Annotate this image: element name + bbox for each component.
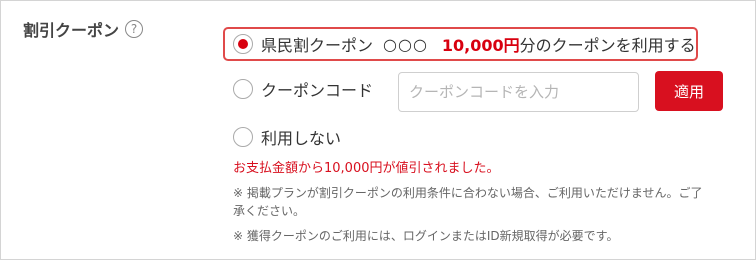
radio-prefecture[interactable]: [233, 34, 253, 54]
note-terms: ※ 掲載プランが割引クーポンの利用条件に合わない場合、ご利用いただけません。ご了…: [233, 186, 703, 218]
radio-none[interactable]: [233, 127, 253, 147]
prefecture-name-mask: ○○○: [383, 34, 428, 54]
coupon-option-none[interactable]: 利用しない: [223, 125, 341, 149]
radio-dot-icon: [238, 39, 248, 49]
discount-message: お支払金額から10,000円が値引されました。: [233, 161, 500, 176]
section-title-label: 割引クーポン: [23, 21, 120, 40]
coupon-code-input[interactable]: [398, 72, 639, 112]
section-title: 割引クーポン ?: [23, 17, 144, 41]
no-coupon-label: 利用しない: [261, 129, 342, 148]
apply-button[interactable]: 適用: [655, 71, 723, 111]
coupon-amount: 10,000円: [441, 36, 520, 55]
coupon-amount-suffix: 分のクーポンを利用する: [519, 36, 696, 55]
radio-code[interactable]: [233, 79, 253, 99]
note-login: ※ 獲得クーポンのご利用には、ログインまたはID新規取得が必要です。: [233, 229, 619, 243]
question-circle-icon[interactable]: ?: [125, 20, 144, 38]
coupon-panel: 割引クーポン ? 県民割クーポン ○○○ 10,000円 分のクーポンを利用する…: [0, 0, 756, 260]
coupon-option-prefecture[interactable]: 県民割クーポン ○○○ 10,000円 分のクーポンを利用する: [223, 27, 698, 61]
coupon-option-code[interactable]: クーポンコード: [223, 77, 373, 101]
prefecture-coupon-label: 県民割クーポン: [261, 36, 374, 55]
coupon-code-label: クーポンコード: [261, 81, 374, 100]
